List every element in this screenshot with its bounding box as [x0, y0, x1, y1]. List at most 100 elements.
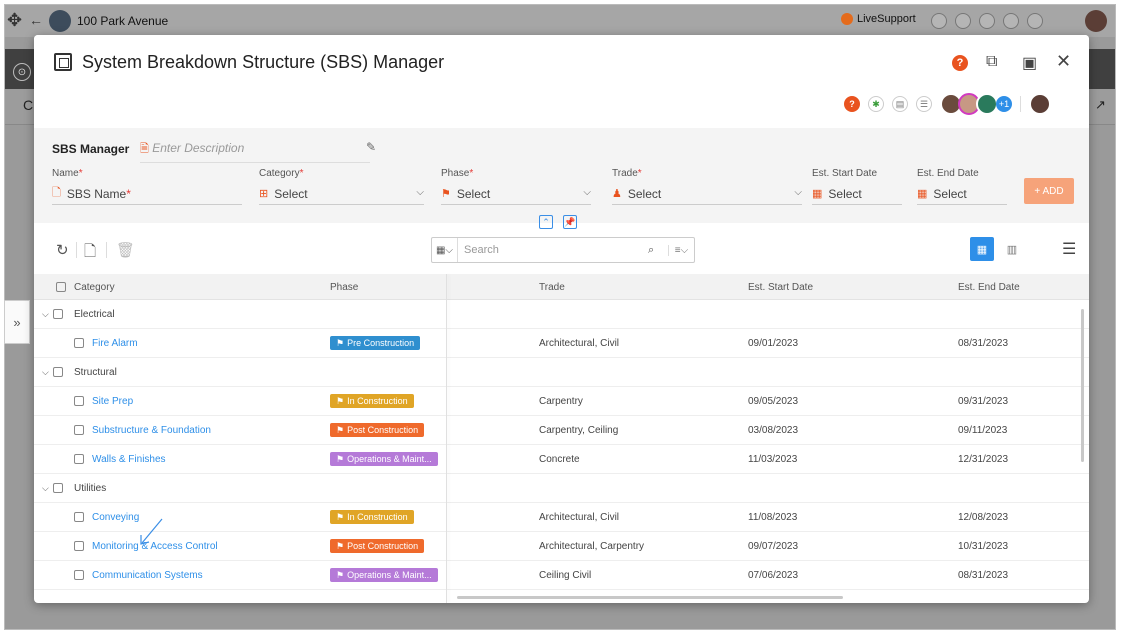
annotation-arrow: [140, 518, 163, 545]
trade-cell: Architectural, Civil: [539, 512, 620, 523]
phase-badge: ⚑ Operations & Maint...: [330, 452, 438, 466]
grid-view-button[interactable]: ▦: [970, 237, 994, 261]
end-date-cell: 08/31/2023: [958, 570, 1009, 581]
add-button[interactable]: + ADD: [1024, 178, 1074, 204]
description-field[interactable]: 🗎 Enter Description ✎: [140, 140, 376, 163]
column-phase[interactable]: Phase: [330, 282, 358, 293]
flag-icon: ⚑: [336, 337, 345, 348]
grid-toolbar: ↻ 🗋 🗑 ▦⌵ Search ⌕ ≡⌵ ▦ ▥ ☰: [34, 230, 1089, 270]
end-date-input[interactable]: ▦ Select: [917, 187, 1007, 205]
end-date-cell: 12/31/2023: [958, 454, 1009, 465]
close-icon[interactable]: ✕: [1056, 51, 1071, 72]
avatar[interactable]: [976, 93, 998, 115]
column-trade[interactable]: Trade: [539, 282, 565, 293]
table-row[interactable]: Walls & Finishes ⚑ Operations & Maint... …: [34, 445, 1089, 474]
row-checkbox[interactable]: [74, 512, 84, 523]
filter-icon[interactable]: ≡⌵: [668, 244, 694, 256]
phase-select[interactable]: ⚑ Select ⌵: [441, 187, 591, 205]
sbs-icon: [54, 53, 72, 71]
group-row[interactable]: ⌵ Electrical: [34, 300, 1089, 329]
move-icon[interactable]: ✥: [7, 10, 22, 31]
chevron-down-icon: ⌵: [583, 187, 591, 198]
expand-chevron-icon[interactable]: ⌵: [42, 367, 63, 378]
background-topbar: ✥ ← 100 Park Avenue LiveSupport: [5, 5, 1115, 37]
category-select[interactable]: ⊞ Select ⌵: [259, 187, 424, 205]
row-checkbox[interactable]: [74, 454, 84, 465]
description-placeholder: Enter Description: [152, 141, 245, 155]
live-support-button[interactable]: LiveSupport: [841, 13, 916, 25]
group-row[interactable]: ⌵ Structural: [34, 358, 1089, 387]
table-row[interactable]: Monitoring & Access Control ⚑ Post Constr…: [34, 532, 1089, 561]
flag-icon: ⚑: [336, 569, 345, 580]
table-row[interactable]: Fire Alarm ⚑ Pre Construction Architectur…: [34, 329, 1089, 358]
group-row[interactable]: ⌵ Utilities: [34, 474, 1089, 503]
trade-select[interactable]: ♟ Select ⌵: [612, 187, 802, 205]
table-row[interactable]: Conveying ⚑ In Construction Architectural…: [34, 503, 1089, 532]
category-link[interactable]: Walls & Finishes: [92, 454, 166, 465]
search-scope-icon[interactable]: ▦⌵: [432, 238, 458, 262]
horizontal-scrollbar[interactable]: [457, 596, 843, 599]
document-icon: 🗎: [140, 143, 149, 155]
row-checkbox[interactable]: [74, 396, 84, 407]
menu-icon[interactable]: ☰: [1062, 239, 1076, 259]
open-external-icon[interactable]: ↗: [1095, 97, 1106, 113]
category-link[interactable]: Site Prep: [92, 396, 133, 407]
background-tools: [931, 13, 1043, 29]
expand-sidebar-button[interactable]: »: [4, 300, 30, 344]
tool-icon[interactable]: [931, 13, 947, 29]
edit-pencil-icon[interactable]: ✎: [366, 140, 376, 154]
open-external-icon[interactable]: ⧉: [986, 53, 997, 71]
back-arrow-icon[interactable]: ←: [29, 12, 43, 28]
user-avatar[interactable]: [1029, 93, 1051, 115]
share-icon[interactable]: ✱: [868, 96, 884, 112]
phase-badge: ⚑ Post Construction: [330, 539, 425, 553]
category-link[interactable]: Communication Systems: [92, 570, 203, 581]
chart-view-button[interactable]: ▥: [1000, 237, 1024, 261]
start-date-input[interactable]: ▦ Select: [812, 187, 902, 205]
phase-label: Phase*: [441, 168, 474, 179]
tool-icon[interactable]: [1027, 13, 1043, 29]
category-link[interactable]: Substructure & Foundation: [92, 425, 211, 436]
category-link[interactable]: Conveying: [92, 512, 139, 523]
help-icon[interactable]: ?: [952, 55, 968, 71]
project-name[interactable]: 100 Park Avenue: [77, 14, 168, 28]
category-link[interactable]: Fire Alarm: [92, 338, 138, 349]
row-checkbox[interactable]: [74, 570, 84, 581]
flag-icon: ⚑: [441, 188, 451, 200]
user-avatar[interactable]: [1085, 10, 1107, 32]
search-icon[interactable]: ⌕: [648, 244, 668, 257]
copy-icon[interactable]: ▤: [892, 96, 908, 112]
expand-chevron-icon[interactable]: ⌵: [42, 309, 63, 320]
vertical-scrollbar[interactable]: [1081, 309, 1084, 462]
row-checkbox[interactable]: [74, 338, 84, 349]
more-avatars-badge[interactable]: +1: [996, 96, 1012, 112]
refresh-icon[interactable]: ↻: [56, 241, 69, 259]
delete-icon[interactable]: 🗑: [116, 241, 135, 259]
header-checkbox[interactable]: [56, 282, 66, 293]
trade-label: Trade*: [612, 168, 642, 179]
row-checkbox[interactable]: [74, 541, 84, 552]
column-end-date[interactable]: Est. End Date: [958, 282, 1020, 293]
tool-icon[interactable]: [979, 13, 995, 29]
table-row[interactable]: Site Prep ⚑ In Construction Carpentry 09/…: [34, 387, 1089, 416]
collapse-up-icon[interactable]: ⌃: [539, 215, 553, 229]
tool-icon[interactable]: [1003, 13, 1019, 29]
name-input[interactable]: 🗋 SBS Name*: [52, 187, 242, 205]
help-icon[interactable]: ?: [844, 96, 860, 112]
section-label: SBS Manager: [52, 142, 130, 156]
flag-icon: ⚑: [336, 453, 345, 464]
trade-cell: Architectural, Civil: [539, 338, 620, 349]
expand-chevron-icon[interactable]: ⌵: [42, 483, 63, 494]
search-input[interactable]: Search: [464, 244, 648, 256]
list-icon[interactable]: ☰: [916, 96, 932, 112]
table-row[interactable]: Substructure & Foundation ⚑ Post Construc…: [34, 416, 1089, 445]
pin-icon[interactable]: 📌: [563, 215, 577, 229]
row-checkbox[interactable]: [74, 425, 84, 436]
table-row[interactable]: Communication Systems ⚑ Operations & Main…: [34, 561, 1089, 590]
column-category[interactable]: Category: [74, 282, 115, 293]
name-label: Name*: [52, 168, 83, 179]
tool-icon[interactable]: [955, 13, 971, 29]
column-start-date[interactable]: Est. Start Date: [748, 282, 813, 293]
fullscreen-icon[interactable]: ▣: [1022, 53, 1037, 73]
export-icon[interactable]: 🗋: [84, 241, 96, 266]
